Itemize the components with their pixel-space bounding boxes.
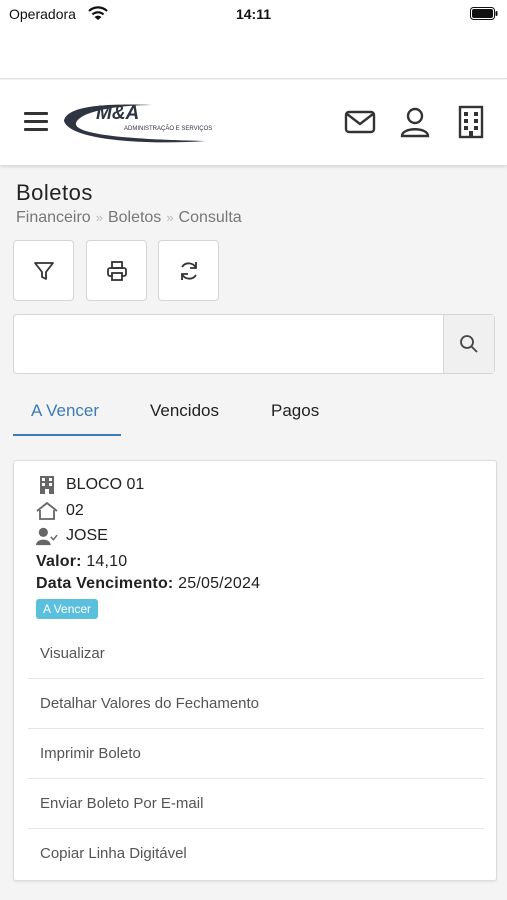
breadcrumb-item-consulta: Consulta [178,209,242,226]
svg-text:M&A: M&A [96,103,139,124]
tab-vencidos[interactable]: Vencidos [150,401,219,421]
valor-label: Valor: [36,553,82,570]
home-icon [36,500,58,522]
refresh-button[interactable] [158,240,219,301]
action-visualizar[interactable]: Visualizar [28,628,484,678]
search-input[interactable] [14,315,444,373]
breadcrumb-separator: » [166,210,174,225]
active-tab-indicator [13,434,121,436]
print-button[interactable] [86,240,147,301]
status-badge: A Vencer [36,599,99,619]
vencimento-label: Data Vencimento: [36,575,174,592]
breadcrumb-item-financeiro[interactable]: Financeiro [16,209,91,226]
search-button[interactable] [443,315,494,373]
tab-a-vencer[interactable]: A Vencer [31,401,99,421]
user-icon[interactable] [398,105,432,139]
user-check-icon [36,525,58,547]
breadcrumb-item-boletos[interactable]: Boletos [108,209,161,226]
building-icon[interactable] [454,105,488,139]
valor-value: 14,10 [86,553,128,570]
page-title: Boletos [16,180,93,205]
action-detalhar-valores[interactable]: Detalhar Valores do Fechamento [28,678,484,728]
breadcrumb-separator: » [95,210,103,225]
print-icon [106,260,127,281]
search-bar [13,314,495,374]
morador-value: JOSE [66,527,108,544]
breadcrumb: Financeiro » Boletos » Consulta [16,209,242,227]
vencimento-value: 25/05/2024 [178,575,261,592]
bloco-value: BLOCO 01 [66,476,145,493]
bloco-row: BLOCO 01 [36,474,144,496]
status-bar: Operadora 14:11 [0,0,507,30]
app-header: M&A ADMINISTRAÇÃO E SERVIÇOS [0,80,507,165]
refresh-icon [180,261,197,280]
tab-pagos[interactable]: Pagos [271,401,319,421]
valor-row: Valor: 14,10 [36,553,127,571]
vencimento-row: Data Vencimento: 25/05/2024 [36,575,260,593]
svg-text:ADMINISTRAÇÃO E SERVIÇOS: ADMINISTRAÇÃO E SERVIÇOS [124,125,212,132]
action-copiar-linha[interactable]: Copiar Linha Digitável [28,828,484,878]
filter-button[interactable] [13,240,74,301]
clock: 14:11 [235,6,272,22]
filter-icon [33,261,54,280]
action-imprimir-boleto[interactable]: Imprimir Boleto [28,728,484,778]
menu-icon[interactable] [24,112,48,132]
top-spacer [0,30,507,79]
unidade-value: 02 [66,502,84,519]
battery-icon [470,7,498,20]
unidade-row: 02 [36,500,84,522]
action-enviar-email[interactable]: Enviar Boleto Por E-mail [28,778,484,828]
search-icon [460,335,478,353]
mail-icon[interactable] [343,105,377,139]
morador-row: JOSE [36,525,108,547]
company-logo: M&A ADMINISTRAÇÃO E SERVIÇOS [64,103,212,143]
boleto-card: BLOCO 01 02 JOSE Valor: 14,10 Data Venci… [13,460,497,881]
building-icon [36,474,58,496]
